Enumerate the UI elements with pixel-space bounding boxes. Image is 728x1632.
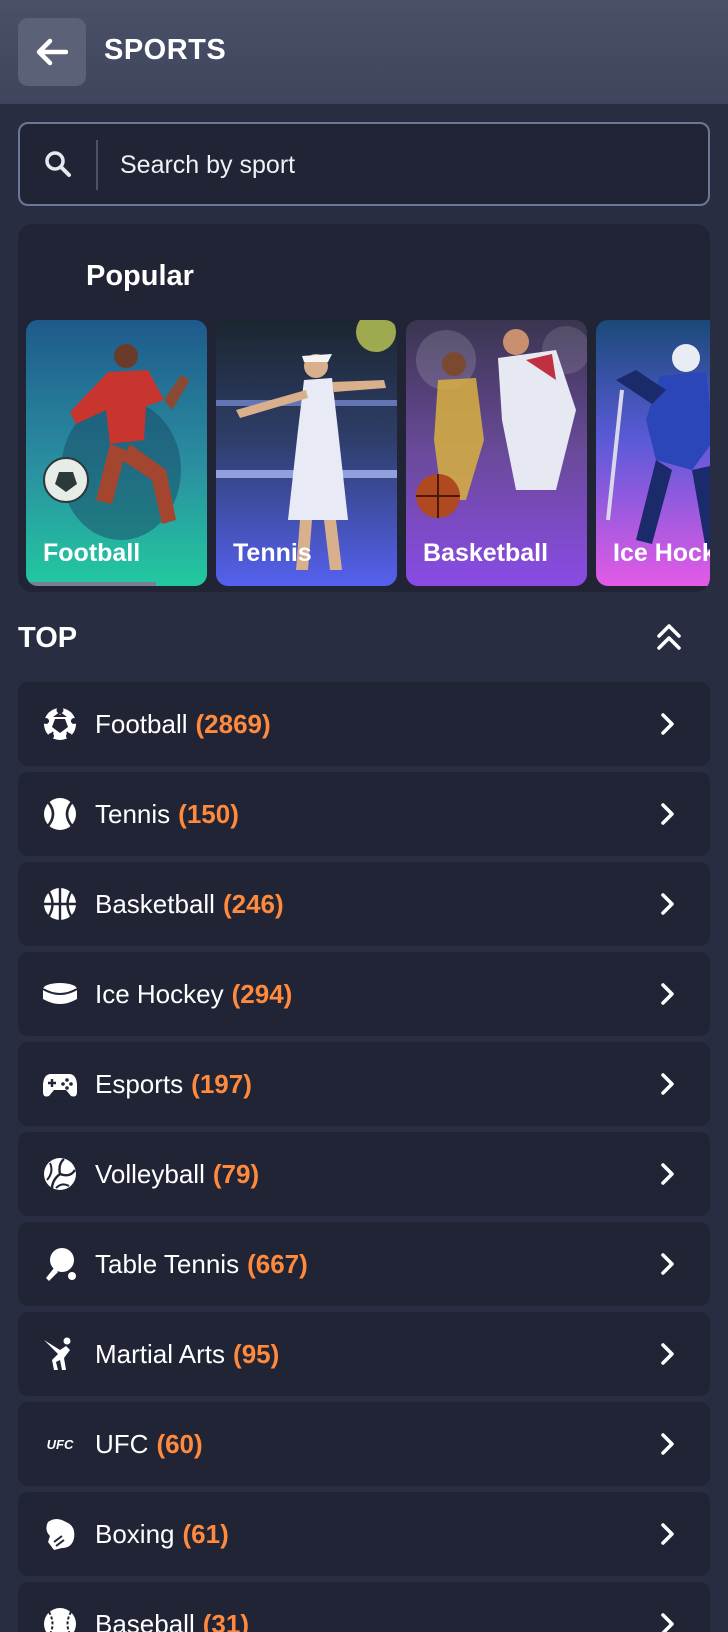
chevrons-up-icon [657,624,681,650]
popular-card-label: Tennis [233,539,312,567]
chevron-right-icon [661,1253,674,1275]
sport-row-table-tennis[interactable]: Table Tennis (667) [18,1222,710,1306]
sport-name: Basketball [95,889,215,919]
svg-text:UFC: UFC [47,1437,74,1452]
sport-name: Ice Hockey [95,979,224,1009]
popular-card-tennis[interactable]: Tennis [216,320,397,586]
event-count: (61) [182,1519,229,1549]
chevron-right-icon [661,1163,674,1185]
sport-row-martial-arts[interactable]: Martial Arts (95) [18,1312,710,1396]
page-title: SPORTS [104,34,227,66]
event-count: (667) [247,1249,308,1279]
sport-row-ice-hockey[interactable]: Ice Hockey (294) [18,952,710,1036]
search-divider [96,140,98,190]
popular-card-ice-hockey[interactable]: Ice Hock [596,320,710,586]
sport-row-boxing[interactable]: Boxing (61) [18,1492,710,1576]
event-count: (31) [202,1609,249,1632]
sport-name: Baseball [95,1609,195,1632]
search-icon [45,151,71,177]
sport-name: Tennis [95,799,171,829]
arrow-left-icon [36,38,68,66]
sport-row-ufc[interactable]: UFC UFC (60) [18,1402,710,1486]
event-count: (2869) [195,709,271,739]
chevron-right-icon [661,1343,674,1365]
search-input[interactable] [120,146,680,184]
volleyball-icon [44,1158,77,1190]
ufc-icon: UFC [47,1437,74,1452]
chevron-right-icon [661,983,674,1005]
boxing-glove-icon [46,1519,75,1550]
event-count: (294) [231,979,293,1009]
sport-name: Martial Arts [95,1339,226,1369]
sport-row-esports[interactable]: Esports (197) [18,1042,710,1126]
sport-row-tennis[interactable]: Tennis (150) [18,772,710,856]
sport-name: Volleyball [95,1159,205,1189]
collapse-button[interactable] [652,620,686,654]
chevron-right-icon [661,713,674,735]
gamepad-icon [43,1074,77,1097]
popular-card-label: Football [43,539,141,567]
sport-name: UFC [95,1429,149,1459]
basketball-icon [44,888,76,920]
chevron-right-icon [661,1523,674,1545]
chevron-right-icon [661,893,674,915]
tennis-icon [44,798,76,830]
top-section-title: TOP [18,622,78,654]
table-tennis-icon [46,1248,76,1281]
popular-carousel[interactable]: Football Tennis Basketball Ice Hock [26,320,710,586]
baseball-icon [44,1608,76,1632]
sport-row-basketball[interactable]: Basketball (246) [18,862,710,946]
sport-row-volleyball[interactable]: Volleyball (79) [18,1132,710,1216]
chevron-right-icon [661,1073,674,1095]
top-bar: SPORTS [0,0,728,104]
back-button[interactable] [18,18,86,86]
event-count: (60) [156,1429,203,1459]
event-count: (79) [212,1159,260,1189]
sport-row-football[interactable]: Football (2869) [18,682,710,766]
popular-card-label: Ice Hock [613,539,710,567]
event-count: (197) [191,1069,252,1099]
sport-name: Table Tennis [95,1249,240,1279]
sport-name: Football [95,709,188,739]
event-count: (246) [222,889,284,919]
ice-hockey-icon [42,983,78,1004]
popular-card-football[interactable]: Football [26,320,207,586]
chevron-right-icon [661,1613,674,1632]
active-card-indicator [26,582,156,586]
popular-card-basketball[interactable]: Basketball [406,320,587,586]
chevron-right-icon [661,803,674,825]
sport-row-baseball[interactable]: Baseball (31) [18,1582,710,1632]
martial-arts-icon [44,1337,71,1370]
sport-name: Esports [95,1069,184,1099]
popular-section: Popular Football Tennis Basketball Ice H… [18,224,710,592]
popular-card-label: Basketball [423,539,549,567]
search-bar[interactable] [18,122,710,206]
event-count: (150) [178,799,239,829]
chevron-right-icon [661,1433,674,1455]
sport-name: Boxing [95,1519,175,1549]
football-icon [43,706,77,740]
event-count: (95) [233,1339,280,1369]
popular-title: Popular [86,260,194,292]
